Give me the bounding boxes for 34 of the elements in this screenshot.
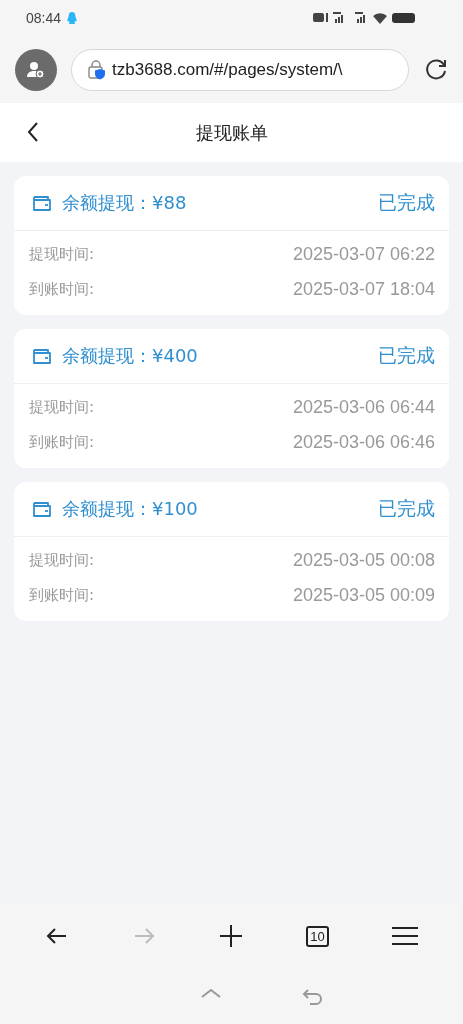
status-label: 已完成 bbox=[378, 190, 435, 215]
profile-button[interactable] bbox=[15, 48, 57, 91]
field-label: 到账时间: bbox=[29, 433, 95, 452]
field-value: 2025-03-07 18:04 bbox=[292, 279, 435, 300]
field-label: 到账时间: bbox=[29, 586, 95, 605]
withdrawal-title: 余额提现：¥400 bbox=[62, 344, 199, 368]
plus-icon[interactable] bbox=[219, 924, 244, 948]
withdrawal-title: 余额提现：¥88 bbox=[62, 191, 188, 215]
field-value: 2025-03-05 00:09 bbox=[292, 585, 435, 606]
clock-time: 08:44 bbox=[26, 10, 62, 26]
back-icon[interactable] bbox=[26, 121, 40, 143]
address-bar[interactable]: tzb3688.com/#/pages/system/\ bbox=[71, 48, 409, 91]
field-label: 提现时间: bbox=[29, 398, 95, 417]
menu-icon[interactable] bbox=[391, 926, 418, 946]
withdrawal-title: 余额提现：¥100 bbox=[62, 497, 199, 521]
return-icon[interactable] bbox=[301, 988, 324, 1006]
field-label: 提现时间: bbox=[29, 245, 95, 264]
user-add-icon bbox=[26, 59, 46, 80]
url-text: tzb3688.com/#/pages/system/\ bbox=[112, 59, 343, 80]
field-value: 2025-03-06 06:46 bbox=[292, 432, 435, 453]
lock-shield-icon bbox=[88, 59, 106, 80]
page-title: 提现账单 bbox=[195, 120, 268, 145]
status-label: 已完成 bbox=[378, 496, 435, 521]
wallet-icon bbox=[32, 500, 52, 518]
wallet-icon bbox=[32, 347, 52, 365]
penguin-icon bbox=[67, 11, 78, 25]
field-label: 提现时间: bbox=[29, 551, 95, 570]
tabs-button[interactable]: 10 bbox=[306, 925, 329, 947]
field-value: 2025-03-06 06:44 bbox=[292, 397, 435, 418]
field-value: 2025-03-07 06:22 bbox=[292, 244, 435, 265]
wallet-icon bbox=[32, 194, 52, 212]
status-label: 已完成 bbox=[378, 343, 435, 368]
field-label: 到账时间: bbox=[29, 280, 95, 299]
field-value: 2025-03-05 00:08 bbox=[292, 550, 435, 571]
